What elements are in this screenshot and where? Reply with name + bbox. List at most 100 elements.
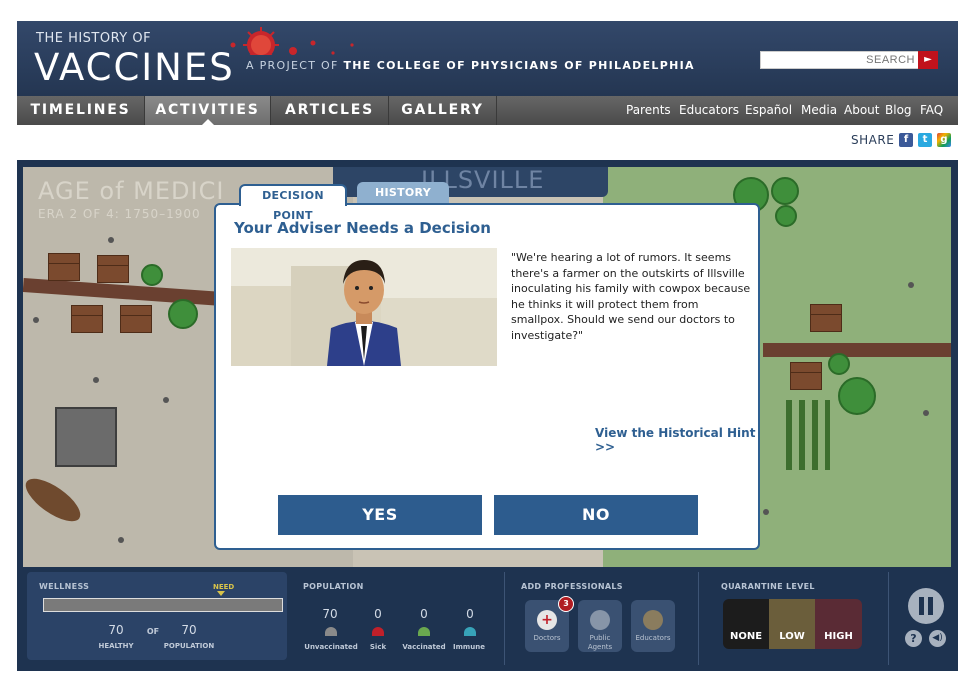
adviser-illustration [231,248,497,366]
vaccinated-icon [418,627,430,636]
professionals-label: ADD PROFESSIONALS [521,582,623,591]
help-button[interactable]: ? [905,630,922,647]
search-button[interactable]: ► [918,51,938,69]
yes-button[interactable]: YES [278,495,482,535]
historical-hint-link[interactable]: View the Historical Hint >> [595,426,758,454]
game-frame: ILLSVILLE AGE of MEDICI ERA 2 OF 4: 1750… [17,160,958,671]
add-public-agents-button[interactable]: Public Agents [578,600,622,652]
add-educators-button[interactable]: Educators [631,600,675,652]
twitter-icon[interactable]: t [918,133,932,147]
map-villager[interactable] [108,237,114,243]
wellness-bar [43,598,283,612]
nav-parents[interactable]: Parents [626,96,671,125]
search-input[interactable] [761,52,919,68]
quarantine-low[interactable]: LOW [769,599,815,649]
immune-icon [464,627,476,636]
facebook-icon[interactable]: f [899,133,913,147]
logo-subtitle: THE HISTORY OF [36,31,152,46]
map-villager[interactable] [763,509,769,515]
doctors-label: Doctors [533,634,561,642]
need-label: NEED [213,583,235,591]
doctors-count-badge: 3 [558,596,574,612]
nav-articles[interactable]: ARTICLES [271,96,389,125]
map-road [763,343,951,357]
map-house[interactable] [120,305,152,333]
sick-count: 0 [374,607,382,621]
map-house[interactable] [790,362,822,390]
adviser-quote: "We're hearing a lot of rumors. It seems… [511,251,751,342]
map-tree [838,377,876,415]
map-villager[interactable] [118,537,124,543]
unvaccinated-count: 70 [322,607,338,621]
map-house[interactable] [48,253,80,281]
map-tree [141,264,163,286]
nav-media[interactable]: Media [801,96,837,125]
map-tree [168,299,198,329]
nav-gallery[interactable]: GALLERY [389,96,497,125]
healthy-count: 70 [108,623,124,637]
decision-dialog: Your Adviser Needs a Decision "We're hea… [214,203,760,550]
tab-history[interactable]: HISTORY [357,182,449,204]
google-icon[interactable]: g [937,133,951,147]
population-label: POPULATION [163,642,215,650]
page: THE HISTORY OF VACCINES A PROJECT OF THE… [0,0,971,682]
map-villager[interactable] [163,397,169,403]
immune-label: Immune [453,643,485,651]
tab-decision-point[interactable]: DECISION POINT [239,184,347,222]
immune-count: 0 [466,607,474,621]
tagline-prefix: A PROJECT OF [246,59,339,72]
map-tree [771,177,799,205]
population-count: 70 [181,623,197,637]
healthy-label: HEALTHY [98,642,134,650]
sound-toggle-button[interactable]: ◀) [929,630,946,647]
map-house[interactable] [810,304,842,332]
logo-title[interactable]: VACCINES [34,46,235,89]
map-church[interactable] [55,407,117,467]
quarantine-label: QUARANTINE LEVEL [721,582,815,591]
population-section-label: POPULATION [303,582,364,591]
tagline: A PROJECT OF THE COLLEGE OF PHYSICIANS O… [246,59,695,72]
nav-faq[interactable]: FAQ [920,96,943,125]
doctor-cross-icon: + [537,610,557,630]
adviser-portrait [231,248,497,366]
tagline-org[interactable]: THE COLLEGE OF PHYSICIANS OF PHILADELPHI… [343,59,694,72]
status-panel: WELLNESS NEED 70 OF 70 HEALTHY POPULATIO… [23,572,951,665]
add-doctors-button[interactable]: + Doctors 3 [525,596,574,652]
public-agent-icon [590,610,610,630]
main-nav: TIMELINES ACTIVITIES ARTICLES GALLERY Pa… [17,96,958,125]
map-villager[interactable] [908,282,914,288]
map-tree [828,353,850,375]
nav-about[interactable]: About [844,96,879,125]
nav-blog[interactable]: Blog [885,96,912,125]
map-villager[interactable] [93,377,99,383]
share-label: SHARE [851,133,895,147]
quarantine-high[interactable]: HIGH [815,599,862,649]
of-label: OF [146,627,160,636]
map-villager[interactable] [923,410,929,416]
map-house[interactable] [71,305,103,333]
era-title: AGE of MEDICI [38,177,225,205]
wellness-section: WELLNESS NEED 70 OF 70 HEALTHY POPULATIO… [27,572,287,660]
map-villager[interactable] [33,317,39,323]
nav-educators[interactable]: Educators [679,96,739,125]
nav-espanol[interactable]: Español [745,96,792,125]
no-button[interactable]: NO [494,495,698,535]
population-section: POPULATION 70 0 0 0 Unvaccinated Sick Va… [295,572,505,665]
map-house[interactable] [97,255,129,283]
map-tree [775,205,797,227]
public-agents-label: Public Agents [587,634,613,651]
educators-label: Educators [635,634,671,642]
virus-logo-icon [230,27,354,55]
map-crops [786,400,830,470]
unvaccinated-icon [325,627,337,636]
site-header: THE HISTORY OF VACCINES A PROJECT OF THE… [17,21,958,96]
nav-timelines[interactable]: TIMELINES [17,96,145,125]
vaccinated-label: Vaccinated [402,643,446,651]
quarantine-none[interactable]: NONE [723,599,769,649]
sick-icon [372,627,384,636]
unvaccinated-label: Unvaccinated [304,643,358,651]
quarantine-selector: NONE LOW HIGH [723,599,862,649]
active-nav-caret-icon [202,119,214,125]
need-marker-icon [217,591,225,596]
pause-button[interactable] [908,588,944,624]
